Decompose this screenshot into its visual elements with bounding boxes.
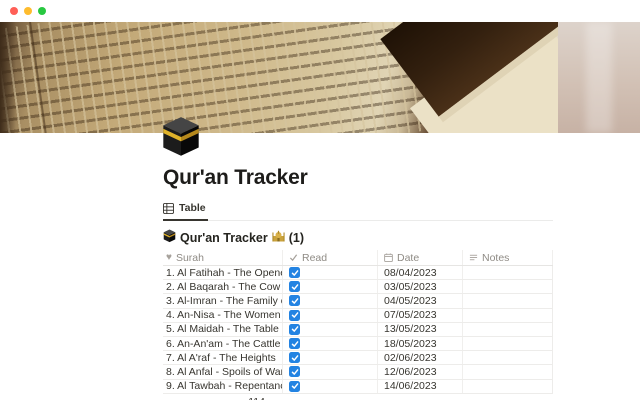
collection-count: (1)	[289, 231, 304, 245]
notes-cell[interactable]	[463, 380, 553, 393]
column-header-read[interactable]: Read	[283, 250, 378, 265]
notes-cell[interactable]	[463, 309, 553, 322]
date-cell[interactable]: 12/06/2023	[378, 365, 463, 378]
close-button[interactable]	[10, 7, 18, 15]
surah-cell[interactable]: 2. Al Baqarah - The Cow	[163, 280, 283, 293]
column-header-date[interactable]: Date	[378, 250, 463, 265]
surah-cell[interactable]: 3. Al-Imran - The Family of Imran	[163, 294, 283, 307]
surah-cell[interactable]: 1. Al Fatihah - The Opener	[163, 266, 283, 279]
read-checkbox[interactable]	[289, 381, 300, 392]
read-checkbox[interactable]	[289, 352, 300, 363]
page-content: Qur'an Tracker Table Qur'an Tracker	[0, 133, 640, 400]
surah-cell[interactable]: 5. Al Maidah - The Table Spread	[163, 323, 283, 336]
notes-cell[interactable]	[463, 337, 553, 350]
page-title[interactable]: Qur'an Tracker	[163, 166, 553, 190]
surah-cell[interactable]: 4. An-Nisa - The Women	[163, 309, 283, 322]
read-cell	[283, 294, 378, 307]
table-row: 2. Al Baqarah - The Cow 03/05/2023	[163, 280, 553, 294]
read-checkbox[interactable]	[289, 267, 300, 278]
read-cell	[283, 323, 378, 336]
table-body: 1. Al Fatihah - The Opener 08/04/2023 2.…	[163, 266, 553, 394]
read-cell	[283, 309, 378, 322]
cover-image	[0, 22, 640, 133]
read-checkbox[interactable]	[289, 295, 300, 306]
column-label: Surah	[176, 252, 204, 264]
notes-cell[interactable]	[463, 266, 553, 279]
date-cell[interactable]: 02/06/2023	[378, 351, 463, 364]
read-cell	[283, 266, 378, 279]
view-tabs: Table	[163, 200, 553, 221]
notes-cell[interactable]	[463, 351, 553, 364]
cover-left-book-edge	[0, 22, 16, 133]
count-value: 114	[248, 396, 265, 400]
table-row: 1. Al Fatihah - The Opener 08/04/2023	[163, 266, 553, 280]
table-row: 5. Al Maidah - The Table Spread 13/05/20…	[163, 323, 553, 337]
table-row: 7. Al A'raf - The Heights 02/06/2023	[163, 351, 553, 365]
read-checkbox[interactable]	[289, 310, 300, 321]
table-row: 3. Al-Imran - The Family of Imran 04/05/…	[163, 294, 553, 308]
read-cell	[283, 380, 378, 393]
cover-highlight	[586, 22, 612, 133]
read-cell	[283, 280, 378, 293]
browser-titlebar	[0, 0, 640, 22]
collection-title-bar[interactable]: Qur'an Tracker (1)	[163, 230, 553, 246]
text-lines-icon	[469, 253, 478, 262]
date-cell[interactable]: 03/05/2023	[378, 280, 463, 293]
database-table: ♥ Surah Read Date	[163, 250, 553, 400]
surah-cell[interactable]: 6. An-An'am - The Cattle	[163, 337, 283, 350]
kaaba-icon	[163, 229, 176, 248]
surah-cell[interactable]: 7. Al A'raf - The Heights	[163, 351, 283, 364]
read-cell	[283, 365, 378, 378]
table-header-row: ♥ Surah Read Date	[163, 250, 553, 266]
tab-table[interactable]: Table	[163, 200, 208, 221]
zoom-button[interactable]	[38, 7, 46, 15]
surah-cell[interactable]: 9. Al Tawbah - Repentance	[163, 380, 283, 393]
column-header-notes[interactable]: Notes	[463, 250, 553, 265]
minimize-button[interactable]	[24, 7, 32, 15]
tab-table-label: Table	[179, 202, 206, 214]
surah-cell[interactable]: 8. Al Anfal - Spoils of War	[163, 365, 283, 378]
mosque-icon	[272, 229, 285, 247]
table-row: 9. Al Tawbah - Repentance 14/06/2023	[163, 380, 553, 394]
date-cell[interactable]: 08/04/2023	[378, 266, 463, 279]
date-cell[interactable]: 07/05/2023	[378, 309, 463, 322]
collection-title: Qur'an Tracker	[180, 231, 268, 245]
column-label: Read	[302, 252, 327, 264]
table-view-icon	[163, 203, 174, 214]
date-cell[interactable]: 13/05/2023	[378, 323, 463, 336]
read-cell	[283, 351, 378, 364]
notes-cell[interactable]	[463, 280, 553, 293]
table-row: 4. An-Nisa - The Women 07/05/2023	[163, 309, 553, 323]
table-row: 6. An-An'am - The Cattle 18/05/2023	[163, 337, 553, 351]
date-cell[interactable]: 04/05/2023	[378, 294, 463, 307]
notes-cell[interactable]	[463, 323, 553, 336]
calendar-icon	[384, 253, 393, 262]
read-checkbox[interactable]	[289, 281, 300, 292]
date-cell[interactable]: 14/06/2023	[378, 380, 463, 393]
notes-cell[interactable]	[463, 294, 553, 307]
check-icon	[289, 253, 298, 262]
count-calculation[interactable]: COUNT 114	[163, 396, 283, 400]
table-row: 8. Al Anfal - Spoils of War 12/06/2023	[163, 365, 553, 379]
read-cell	[283, 337, 378, 350]
notes-cell[interactable]	[463, 365, 553, 378]
date-cell[interactable]: 18/05/2023	[378, 337, 463, 350]
kaaba-icon[interactable]	[161, 116, 201, 158]
column-label: Notes	[482, 252, 509, 264]
table-footer: COUNT 114	[163, 394, 553, 400]
column-label: Date	[397, 252, 419, 264]
heart-icon: ♥	[166, 252, 172, 263]
read-checkbox[interactable]	[289, 324, 300, 335]
notion-window: Qur'an Tracker Table Qur'an Tracker	[0, 0, 640, 400]
read-checkbox[interactable]	[289, 338, 300, 349]
column-header-surah[interactable]: ♥ Surah	[163, 250, 283, 265]
read-checkbox[interactable]	[289, 366, 300, 377]
